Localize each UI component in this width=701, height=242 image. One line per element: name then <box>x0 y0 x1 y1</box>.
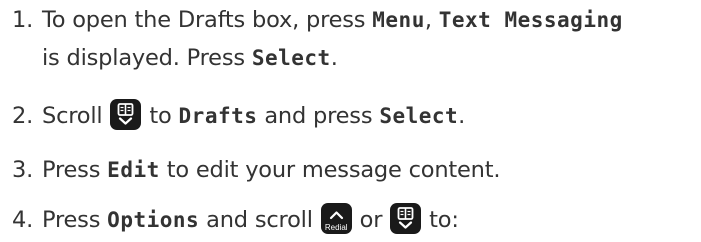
step-number: 1. <box>12 7 34 33</box>
period: . <box>330 45 338 71</box>
lcd-label-select: Select <box>251 46 331 70</box>
step-2: 2. Scroll to Drafts and press Select. <box>0 99 465 133</box>
redial-up-key-icon: Redial <box>320 203 352 234</box>
step-text: and scroll <box>199 207 320 233</box>
step-text: or <box>352 207 390 233</box>
separator: , <box>424 7 439 33</box>
period: . <box>458 103 466 129</box>
lcd-label-menu: Menu <box>372 8 425 32</box>
phonebook-down-key-icon <box>110 99 142 130</box>
step-number: 3. <box>12 157 34 183</box>
phonebook-down-key-icon <box>390 203 422 234</box>
lcd-label-edit: Edit <box>107 158 160 182</box>
step-1: 1. To open the Drafts box, press Menu, Te… <box>0 3 623 37</box>
redial-key-label: Redial <box>324 223 348 232</box>
step-1-continued: is displayed. Press Select. <box>0 41 338 75</box>
step-4: 4. Press Options and scroll Redial or to: <box>0 203 459 237</box>
instruction-list: 1. To open the Drafts box, press Menu, Te… <box>0 0 701 242</box>
step-text: is displayed. Press <box>42 45 252 71</box>
step-text: Press <box>42 207 108 233</box>
step-text: and press <box>257 103 380 129</box>
step-number: 2. <box>12 103 34 129</box>
lcd-label-select: Select <box>379 104 459 128</box>
step-text: To open the Drafts box, press <box>42 7 373 33</box>
step-text: to: <box>422 207 459 233</box>
lcd-label-options: Options <box>107 208 200 232</box>
step-text: Press <box>42 157 108 183</box>
lcd-label-drafts: Drafts <box>178 104 258 128</box>
step-text: Scroll <box>42 103 110 129</box>
step-3: 3. Press Edit to edit your message conten… <box>0 153 501 187</box>
step-text: to edit your message content. <box>159 157 501 183</box>
lcd-label-text-messaging: Text Messaging <box>438 8 623 32</box>
step-text: to <box>142 103 179 129</box>
step-number: 4. <box>12 207 34 233</box>
